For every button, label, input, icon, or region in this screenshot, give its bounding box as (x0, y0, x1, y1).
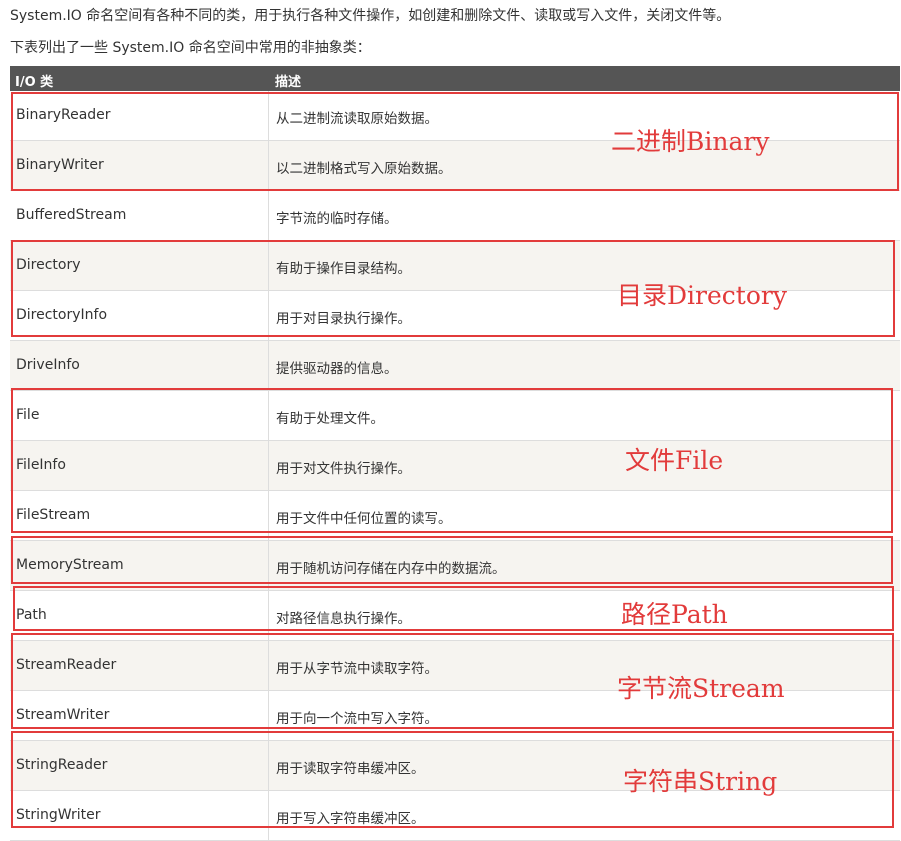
table-row: DriveInfo 提供驱动器的信息。 (10, 341, 900, 391)
header-description: 描述 (275, 75, 302, 90)
class-cell: BufferedStream (10, 191, 269, 240)
annotation-stream: 字节流Stream (617, 674, 785, 703)
class-name: BufferedStream (16, 207, 127, 223)
intro-paragraph: System.IO 命名空间有各种不同的类，用于执行各种文件操作，如创建和删除文… (10, 8, 731, 24)
path-box (13, 586, 894, 631)
annotation-binary: 二进制Binary (611, 127, 770, 156)
annotation-path: 路径Path (621, 600, 728, 629)
class-name: DriveInfo (16, 357, 80, 373)
memorystream-box (11, 536, 893, 584)
table-row: BufferedStream 字节流的临时存储。 (10, 191, 900, 241)
annotation-string: 字符串String (623, 767, 778, 796)
table-header: I/O 类 描述 (10, 66, 900, 91)
class-cell: DriveInfo (10, 341, 269, 390)
class-description: 字节流的临时存储。 (276, 211, 398, 227)
file-group-box (11, 388, 893, 533)
table-caption: 下表列出了一些 System.IO 命名空间中常用的非抽象类： (10, 40, 371, 56)
annotation-directory: 目录Directory (617, 281, 787, 310)
header-io-class: I/O 类 (15, 75, 54, 90)
class-description: 提供驱动器的信息。 (276, 361, 398, 377)
annotation-file: 文件File (625, 446, 724, 475)
